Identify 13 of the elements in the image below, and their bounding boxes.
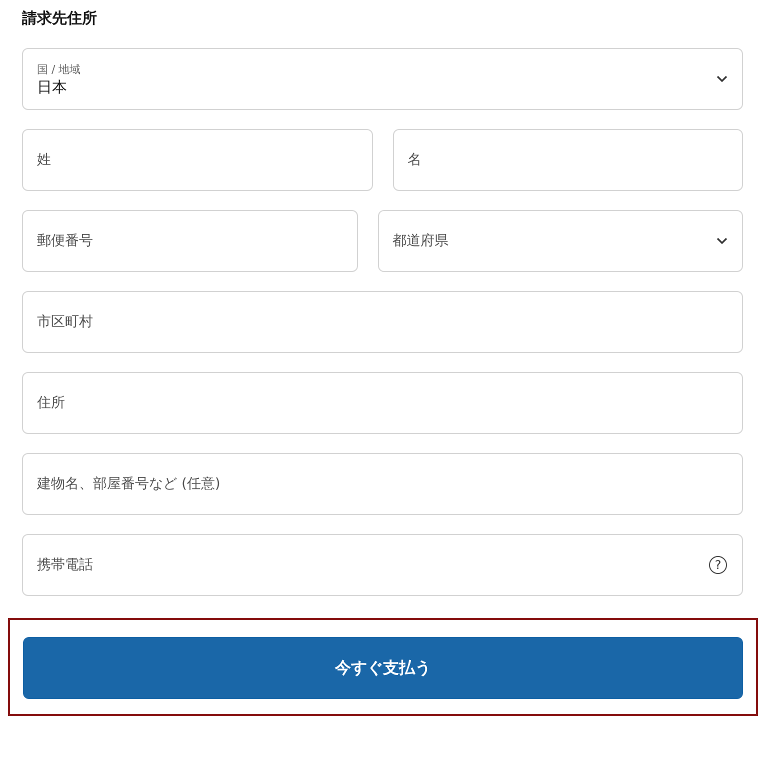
input-field[interactable]: 姓 bbox=[22, 129, 372, 191]
select-field[interactable]: 都道府県 bbox=[378, 210, 743, 272]
chevron-down-icon bbox=[716, 237, 728, 245]
input-field[interactable]: 住所 bbox=[22, 372, 743, 434]
input-field[interactable]: 市区町村 bbox=[22, 291, 743, 353]
section-title: 請求先住所 bbox=[22, 8, 98, 28]
input-field[interactable]: 郵便番号 bbox=[22, 210, 358, 272]
pay-now-button[interactable]: 今すぐ支払う bbox=[23, 637, 743, 699]
input-field[interactable]: 名 bbox=[392, 129, 743, 191]
input-field[interactable]: 建物名、部屋番号など (任意) bbox=[22, 453, 743, 515]
chevron-down-icon bbox=[716, 75, 728, 83]
help-icon[interactable]: ? bbox=[709, 556, 727, 574]
select-field[interactable]: 国 / 地域 日本 bbox=[22, 48, 743, 110]
